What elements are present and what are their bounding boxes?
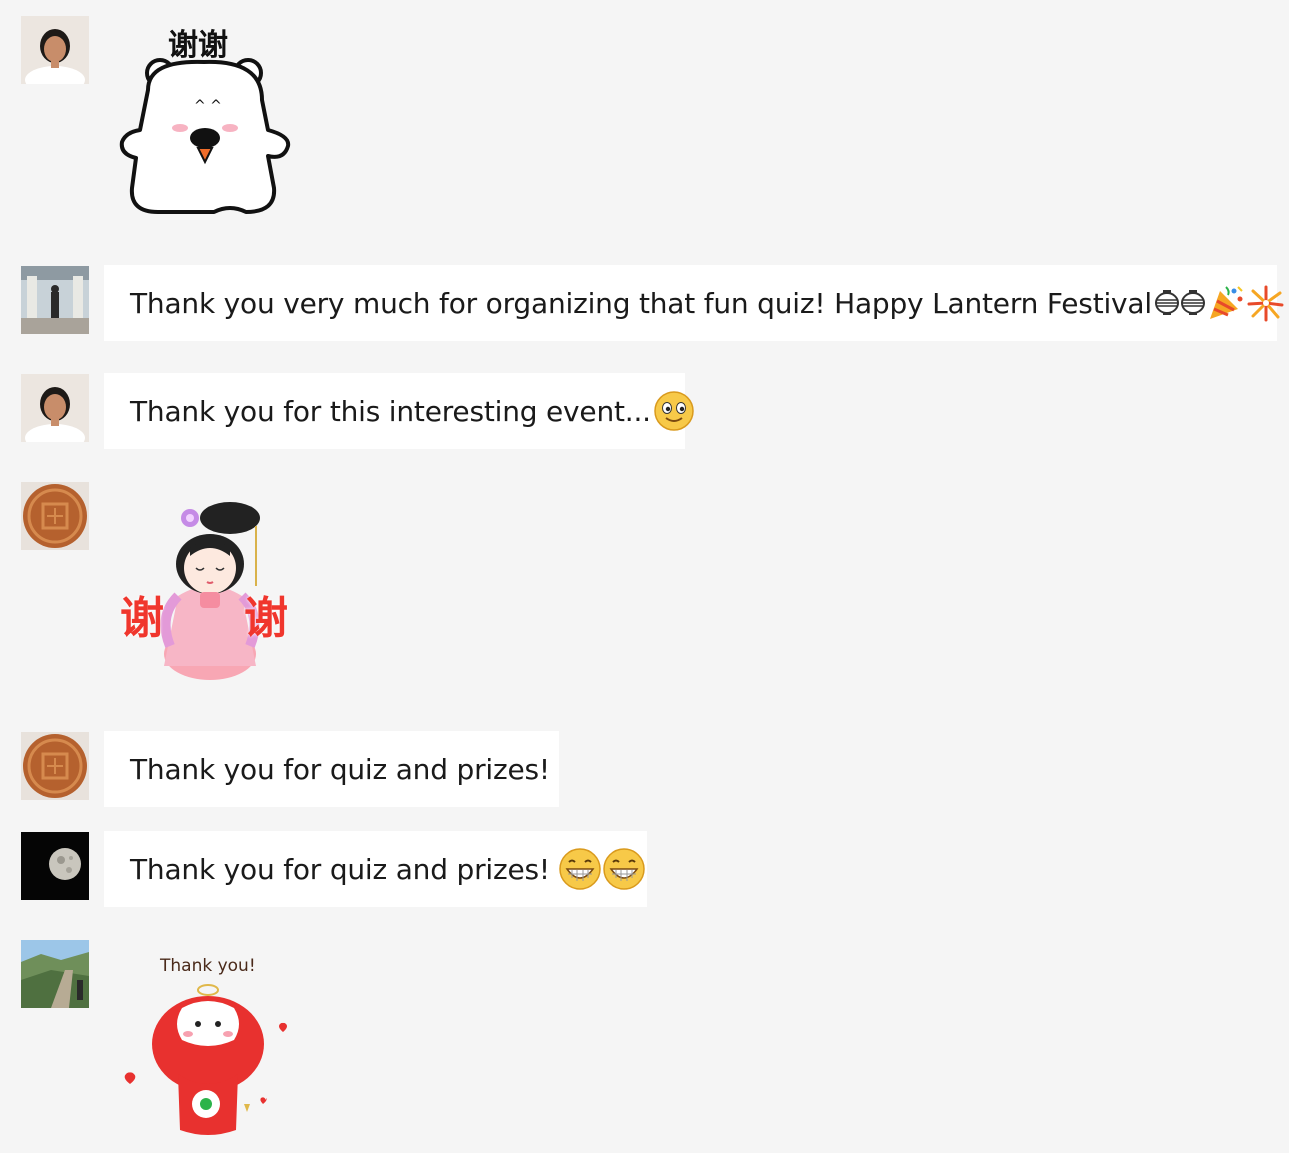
party-popper-emoji [1206,283,1246,323]
sticker-caption-left: 谢 [120,593,164,644]
message-bubble[interactable]: Thank you very much for organizing that … [104,265,1284,341]
message-text: Thank you very much for organizing that … [130,286,1152,320]
message-text: Thank you for quiz and prizes! [130,852,550,886]
message-bubble[interactable]: Thank you for quiz and prizes! [104,731,559,807]
polar-bear-sticker[interactable]: 谢谢 ^ ^ [118,20,296,220]
avatar-woman[interactable] [21,374,89,442]
avatar-moon[interactable] [21,832,89,900]
avatar-great-wall[interactable] [21,940,89,1008]
fireworks-emoji [1246,283,1286,323]
lantern-emoji [1154,289,1180,317]
tang-lady-sticker[interactable]: 谢 谢 [118,496,298,682]
message-text: Thank you for this interesting event... [130,394,651,428]
grin-emoji [602,847,646,891]
avatar-mooncake[interactable] [21,482,89,550]
lantern-mascot-sticker[interactable]: Thank you! [118,954,298,1142]
svg-text:^ ^: ^ ^ [194,98,222,114]
message-bubble[interactable]: Thank you for this interesting event... [104,373,694,449]
sticker-caption-right: 谢 [244,593,288,644]
avatar-pavilion[interactable] [21,266,89,334]
message-text: Thank you for quiz and prizes! [130,752,550,786]
grin-emoji [558,847,602,891]
lantern-emoji [1180,289,1206,317]
smile-emoji [653,390,695,432]
chat-history: 谢谢 ^ ^ Thank you very much for organizin… [0,0,1289,1153]
avatar-mooncake[interactable] [21,732,89,800]
avatar-woman[interactable] [21,16,89,84]
message-bubble[interactable]: Thank you for quiz and prizes! [104,831,647,907]
